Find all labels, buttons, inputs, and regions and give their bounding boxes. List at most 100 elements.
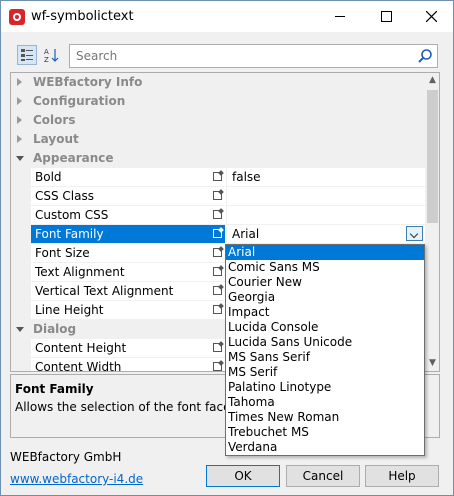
property-label: Bold xyxy=(35,170,62,184)
minimize-button[interactable] xyxy=(317,1,363,32)
chevron-down-icon[interactable] xyxy=(16,327,24,332)
dropdown-option[interactable]: Lucida Sans Unicode xyxy=(226,335,424,350)
vertical-scrollbar[interactable]: ▲ ▼ xyxy=(425,73,439,371)
category-row[interactable]: Configuration xyxy=(11,92,425,111)
chevron-right-icon[interactable] xyxy=(17,135,22,143)
property-label: Font Family xyxy=(35,227,104,241)
edit-icon[interactable] xyxy=(213,343,222,352)
chevron-right-icon[interactable] xyxy=(17,116,22,124)
property-name-cell[interactable]: Content Height xyxy=(31,339,225,358)
edit-icon[interactable] xyxy=(213,267,222,276)
dropdown-option[interactable]: Trebuchet MS xyxy=(226,425,424,440)
property-row[interactable]: Custom CSS xyxy=(11,206,426,225)
font-family-dropdown[interactable]: Arial Comic Sans MS Courier New Georgia Impa… xyxy=(225,244,425,456)
dropdown-arrow-icon[interactable] xyxy=(406,226,423,241)
scroll-up-icon[interactable]: ▲ xyxy=(425,73,439,88)
scroll-thumb[interactable] xyxy=(427,90,438,223)
scroll-down-icon[interactable]: ▼ xyxy=(425,356,439,371)
cancel-button[interactable]: Cancel xyxy=(286,465,360,487)
property-row[interactable]: Font Family Arial xyxy=(11,225,426,244)
maximize-button[interactable] xyxy=(363,1,409,32)
property-label: Font Size xyxy=(35,246,90,260)
search-input[interactable] xyxy=(76,48,406,64)
chevron-down-icon[interactable] xyxy=(16,156,24,161)
row-gutter xyxy=(11,263,31,282)
categorized-icon xyxy=(21,49,33,61)
row-gutter xyxy=(11,282,31,301)
category-row[interactable]: Colors xyxy=(11,111,425,130)
category-row[interactable]: WEBfactory Info xyxy=(11,73,425,92)
row-gutter xyxy=(11,358,31,371)
chevron-right-icon[interactable] xyxy=(17,78,22,86)
row-gutter xyxy=(11,206,31,225)
row-gutter xyxy=(11,301,31,320)
property-name-cell[interactable]: Vertical Text Alignment xyxy=(31,282,225,301)
dropdown-option[interactable]: Comic Sans MS xyxy=(226,260,424,275)
edit-icon[interactable] xyxy=(213,362,222,371)
dropdown-option[interactable]: Georgia xyxy=(226,290,424,305)
category-label: Appearance xyxy=(33,151,114,165)
edit-icon[interactable] xyxy=(213,305,222,314)
title-bar[interactable]: wf-symbolictext xyxy=(1,1,453,32)
property-name-cell[interactable]: Content Width xyxy=(31,358,225,371)
property-name-cell[interactable]: Font Family xyxy=(31,225,225,244)
search-icon[interactable] xyxy=(417,48,433,64)
dropdown-option[interactable]: Lucida Console xyxy=(226,320,424,335)
property-row[interactable]: Bold false xyxy=(11,168,426,187)
chevron-right-icon[interactable] xyxy=(17,97,22,105)
property-name-cell[interactable]: Text Alignment xyxy=(31,263,225,282)
ok-button[interactable]: OK xyxy=(206,465,280,487)
categorized-view-button[interactable] xyxy=(17,45,37,65)
website-link[interactable]: www.webfactory-i4.de xyxy=(10,472,143,486)
edit-icon[interactable] xyxy=(213,172,222,181)
property-name-cell[interactable]: Font Size xyxy=(31,244,225,263)
search-box[interactable] xyxy=(69,44,438,68)
dropdown-option[interactable]: MS Sans Serif xyxy=(226,350,424,365)
row-gutter xyxy=(11,339,31,358)
property-name-cell[interactable]: Line Height xyxy=(31,301,225,320)
property-label: Line Height xyxy=(35,303,104,317)
minimize-icon xyxy=(335,15,345,17)
category-label: Layout xyxy=(33,132,79,146)
edit-icon[interactable] xyxy=(213,210,222,219)
window-title: wf-symbolictext xyxy=(31,9,134,24)
property-row[interactable]: CSS Class xyxy=(11,187,426,206)
svg-text:A: A xyxy=(44,48,49,56)
dropdown-option[interactable]: Palatino Linotype xyxy=(226,380,424,395)
edit-icon[interactable] xyxy=(213,248,222,257)
dropdown-option[interactable]: MS Serif xyxy=(226,365,424,380)
edit-icon[interactable] xyxy=(213,229,222,238)
category-row[interactable]: Layout xyxy=(11,130,425,149)
row-gutter xyxy=(11,244,31,263)
alphabetical-view-button[interactable]: AZ xyxy=(41,45,61,65)
company-name: WEBfactory GmbH xyxy=(10,450,122,464)
help-button[interactable]: Help xyxy=(365,465,439,487)
property-name-cell[interactable]: CSS Class xyxy=(31,187,225,206)
property-value: Arial xyxy=(232,227,260,241)
dropdown-option[interactable]: Times New Roman xyxy=(226,410,424,425)
dropdown-option[interactable]: Arial xyxy=(226,245,424,260)
property-label: Text Alignment xyxy=(35,265,125,279)
property-value-cell[interactable]: false xyxy=(226,168,426,187)
edit-icon[interactable] xyxy=(213,191,222,200)
edit-icon[interactable] xyxy=(213,286,222,295)
dropdown-option[interactable]: Tahoma xyxy=(226,395,424,410)
category-label: Configuration xyxy=(33,94,126,108)
row-gutter xyxy=(11,187,31,206)
dropdown-option[interactable]: Courier New xyxy=(226,275,424,290)
row-gutter xyxy=(11,225,31,244)
category-row[interactable]: Appearance xyxy=(11,149,425,168)
property-name-cell[interactable]: Custom CSS xyxy=(31,206,225,225)
row-gutter xyxy=(11,168,31,187)
close-button[interactable] xyxy=(408,1,453,32)
dialog-window: wf-symbolictext AZ Content Width Content … xyxy=(0,0,454,496)
property-value-cell[interactable] xyxy=(226,187,426,206)
property-label: CSS Class xyxy=(35,189,94,203)
property-value-cell[interactable]: Arial xyxy=(226,225,426,244)
svg-text:Z: Z xyxy=(44,56,49,64)
property-value-cell[interactable] xyxy=(226,206,426,225)
dropdown-option[interactable]: Verdana xyxy=(226,440,424,455)
property-label: Custom CSS xyxy=(35,208,109,222)
dropdown-option[interactable]: Impact xyxy=(226,305,424,320)
property-name-cell[interactable]: Bold xyxy=(31,168,225,187)
